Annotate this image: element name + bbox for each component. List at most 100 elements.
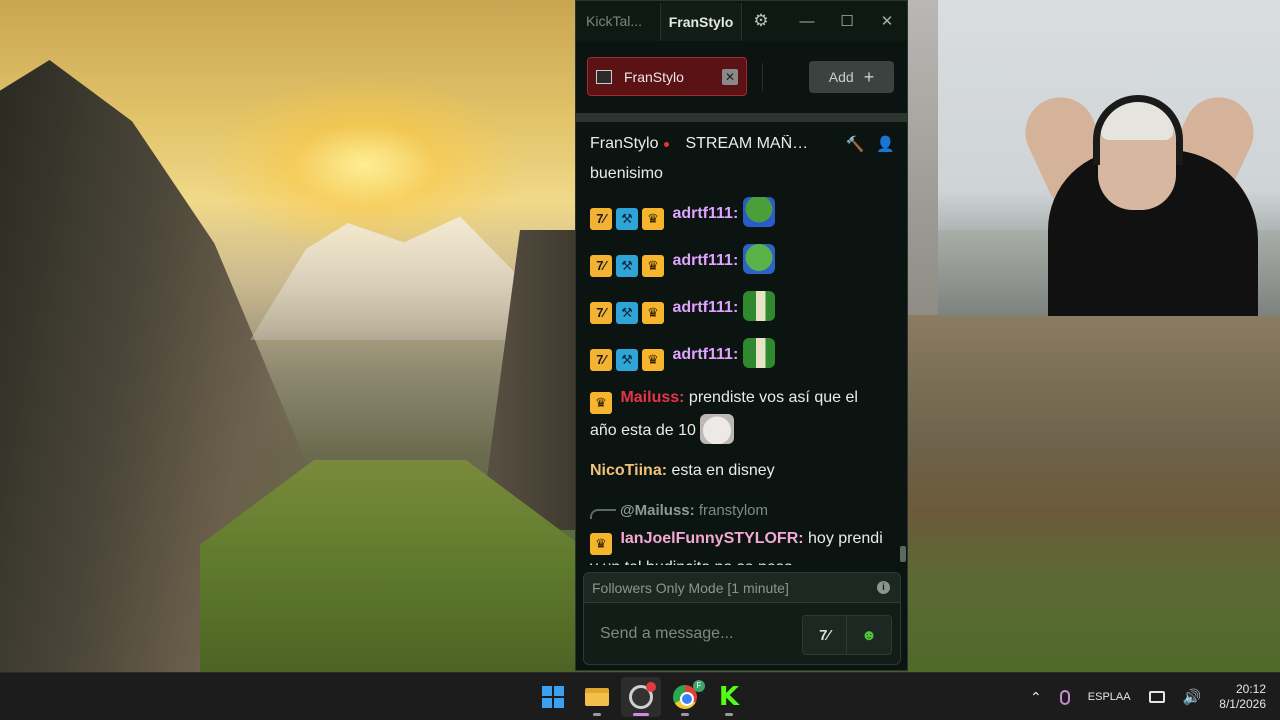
network-icon (1148, 691, 1165, 703)
kick-badge-icon: 7⁄ (590, 349, 612, 371)
pepe-emote-icon (742, 338, 775, 368)
message-composer: Followers Only Mode [1 minute] i 7⁄ ☻ (583, 572, 901, 665)
chat-message: @Mailuss: franstylom ♛ IanJoelFunnySTYLO… (590, 498, 889, 565)
input-row: 7⁄ ☻ (584, 603, 900, 664)
crown-badge-icon: ♛ (642, 349, 664, 371)
stream-header: FranStylo STREAM MAÑANERO 🔨 👤 (576, 122, 907, 166)
running-indicator (593, 713, 601, 716)
plus-icon: + (863, 66, 875, 87)
close-icon[interactable]: ✕ (722, 69, 738, 85)
clock-date: 8/1/2026 (1219, 697, 1266, 711)
taskbar: F K ⌃ ESP LAA 🔊 20:12 8/1/2026 (0, 672, 1280, 720)
stream-title: STREAM MAÑANERO (685, 135, 810, 152)
chat-message: buenisimo (590, 161, 889, 187)
cliff-right (908, 315, 1280, 672)
channel-scroll-strip[interactable] (576, 113, 907, 122)
followers-only-banner: Followers Only Mode [1 minute] i (584, 573, 900, 603)
start-button[interactable] (533, 677, 573, 717)
crown-badge-icon: ♛ (642, 255, 664, 277)
microphone-in-use[interactable] (1051, 689, 1079, 705)
reply-text: franstylom (694, 502, 769, 519)
volume-icon[interactable]: 🔊 (1174, 688, 1211, 706)
divider (762, 63, 763, 91)
kick-badge-icon: 7⁄ (590, 208, 612, 230)
stream-header-icons: 🔨 👤 (846, 135, 907, 153)
cat-emote-icon (700, 414, 735, 444)
moderator-badge-icon: ⚒ (616, 255, 638, 277)
chat-messages[interactable]: buenisimo 7⁄ ⚒ ♛ adrtf111: 7⁄ ⚒ ♛ adrtf111: … (576, 161, 899, 565)
kick-badge-icon: 7⁄ (590, 255, 612, 277)
window-controls: — ☐ ✕ (787, 1, 907, 41)
moderator-badge-icon: ⚒ (616, 208, 638, 230)
add-channel-button[interactable]: Add + (809, 61, 894, 93)
username[interactable]: NicoTiina: (590, 462, 667, 479)
language-indicator[interactable]: ESP LAA (1079, 690, 1140, 704)
chrome-button[interactable]: F (665, 677, 705, 717)
moderator-badge-icon: ⚒ (616, 349, 638, 371)
pepe-emote-icon (742, 291, 775, 321)
chat-scrollbar[interactable] (900, 546, 906, 562)
chat-mode-text: Followers Only Mode [1 minute] (592, 579, 789, 596)
seventv-emote-icon[interactable]: ☻ (847, 616, 891, 654)
kick-app-button[interactable]: K (709, 677, 749, 717)
language-code: ESP (1087, 691, 1110, 703)
chat-message: ♛ Mailuss: prendiste vos así que el año … (590, 385, 889, 444)
chat-message: 7⁄ ⚒ ♛ adrtf111: (590, 244, 889, 277)
username[interactable]: adrtf111: (672, 252, 738, 269)
running-indicator (633, 713, 649, 716)
kick-logo-icon: K (718, 682, 740, 712)
crown-badge-icon: ♛ (642, 302, 664, 324)
snowy-peaks (250, 216, 530, 340)
chat-message: 7⁄ ⚒ ♛ adrtf111: (590, 291, 889, 324)
add-label: Add (828, 69, 854, 85)
file-explorer-button[interactable] (577, 677, 617, 717)
username[interactable]: adrtf111: (672, 205, 738, 222)
composer-buttons: 7⁄ ☻ (802, 615, 892, 655)
headset-icon (1093, 95, 1183, 165)
clock-time: 20:12 (1235, 682, 1266, 696)
reply-context[interactable]: @Mailuss: franstylom (590, 498, 889, 524)
tab-franstylo[interactable]: FranStylo (660, 3, 742, 41)
stream-channel-name: FranStylo (590, 135, 659, 152)
pepe-emote-icon (742, 244, 775, 274)
message-text: esta en disney (667, 462, 775, 479)
profile-badge: F (693, 680, 705, 692)
user-icon[interactable]: 👤 (876, 135, 895, 153)
webcam-overlay (938, 0, 1280, 316)
windows-logo-icon (542, 686, 564, 708)
kick-emotes-button[interactable]: 7⁄ (803, 616, 847, 654)
username[interactable]: IanJoelFunnySTYLOFR: (620, 530, 803, 547)
info-icon[interactable]: i (877, 581, 890, 594)
reply-user: @Mailuss: (620, 502, 695, 519)
gear-icon[interactable]: ⚙ (742, 1, 780, 41)
crown-badge-icon: ♛ (590, 533, 612, 555)
sky-strip (908, 0, 940, 315)
taskbar-apps: F K (533, 673, 749, 720)
message-text: buenisimo (590, 165, 663, 182)
recording-dot-icon (646, 682, 656, 692)
username[interactable]: Mailuss: (620, 389, 684, 406)
clock[interactable]: 20:12 8/1/2026 (1210, 682, 1280, 712)
reply-curve-icon (590, 509, 616, 519)
channel-chip-name: FranStylo (624, 68, 684, 85)
chat-message: 7⁄ ⚒ ♛ adrtf111: (590, 338, 889, 371)
network-button[interactable] (1140, 691, 1174, 703)
maximize-button[interactable]: ☐ (827, 1, 867, 41)
running-indicator (725, 713, 733, 716)
channel-chip[interactable]: FranStylo ✕ (587, 57, 747, 96)
title-bar: KickTal... FranStylo ⚙ — ☐ ✕ (576, 1, 907, 41)
username[interactable]: adrtf111: (672, 346, 738, 363)
message-input[interactable] (590, 614, 790, 654)
chevron-up-icon[interactable]: ⌃ (1021, 689, 1051, 706)
minimize-button[interactable]: — (787, 1, 827, 41)
hammer-icon[interactable]: 🔨 (846, 135, 865, 153)
running-indicator (681, 713, 689, 716)
username[interactable]: adrtf111: (672, 299, 738, 316)
pepe-emote-icon (742, 197, 775, 227)
folder-icon (585, 688, 609, 706)
obs-studio-button[interactable] (621, 677, 661, 717)
chat-message: NicoTiina: esta en disney (590, 458, 889, 484)
system-tray: ⌃ ESP LAA 🔊 20:12 8/1/2026 (1021, 673, 1280, 720)
chat-message: 7⁄ ⚒ ♛ adrtf111: (590, 197, 889, 230)
close-button[interactable]: ✕ (867, 1, 907, 41)
